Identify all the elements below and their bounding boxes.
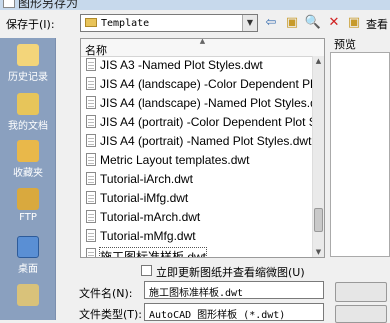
new-folder-icon[interactable]: ▣ — [345, 14, 363, 32]
save-in-value: Template — [101, 18, 150, 29]
sort-ascending-icon: ▲ — [199, 38, 206, 45]
file-row[interactable]: Metric Layout templates.dwt — [81, 151, 313, 170]
file-name: JIS A4 (landscape) -Color Dependent Plot… — [100, 77, 325, 91]
file-name: Tutorial-iMfg.dwt — [100, 191, 189, 205]
file-row[interactable]: Tutorial-mArch.dwt — [81, 208, 313, 227]
file-row[interactable]: Tutorial-iArch.dwt — [81, 170, 313, 189]
template-file-icon — [86, 172, 96, 185]
template-file-icon — [86, 58, 96, 71]
place-buzzsaw[interactable] — [0, 284, 56, 306]
column-header-name[interactable]: ▲ 名称 — [81, 39, 324, 57]
history-icon — [17, 44, 39, 66]
vertical-scrollbar[interactable]: ▲ ▼ — [312, 56, 324, 257]
file-list[interactable]: ▲ 名称 JIS A3 -Named Plot Styles.dwt JIS A… — [80, 38, 325, 258]
place-favorites[interactable]: 收藏夹 — [0, 140, 56, 179]
place-label: 收藏夹 — [13, 168, 43, 179]
place-desktop[interactable]: 桌面 — [0, 236, 56, 275]
scroll-down-icon[interactable]: ▼ — [313, 248, 324, 256]
file-name: JIS A4 (portrait) -Named Plot Styles.dwt — [100, 134, 312, 148]
file-row-selected[interactable]: 施工图标准样板.dwt — [81, 246, 313, 257]
scrollbar-thumb[interactable] — [314, 208, 323, 232]
title-bar: 图形另存为 — [0, 0, 390, 10]
file-name: Tutorial-mMfg.dwt — [100, 229, 196, 243]
ftp-icon — [17, 188, 39, 210]
buzzsaw-icon — [17, 284, 39, 306]
search-icon[interactable]: 🔍 — [304, 14, 322, 32]
file-name: Tutorial-iArch.dwt — [100, 172, 193, 186]
place-label: FTP — [19, 212, 37, 223]
file-name-label: 文件名(N): — [79, 287, 133, 300]
place-label: 桌面 — [18, 264, 38, 275]
file-name: 施工图标准样板.dwt — [98, 247, 208, 257]
file-name: Tutorial-mArch.dwt — [100, 210, 201, 224]
template-file-icon — [86, 191, 96, 204]
file-name: JIS A4 (landscape) -Named Plot Styles.dw… — [100, 96, 325, 110]
place-label: 我的文档 — [8, 121, 48, 132]
back-icon[interactable]: ⇦ — [262, 14, 280, 32]
save-in-label: 保存于(I): — [6, 18, 55, 31]
up-folder-icon[interactable]: ▣ — [283, 14, 301, 32]
file-row[interactable]: JIS A4 (landscape) -Named Plot Styles.dw… — [81, 94, 324, 113]
template-file-icon — [86, 153, 96, 166]
place-history[interactable]: 历史记录 — [0, 44, 56, 83]
file-row[interactable]: JIS A4 (portrait) -Color Dependent Plot … — [81, 113, 324, 132]
template-file-icon — [86, 210, 96, 223]
preview-pane — [330, 52, 390, 257]
save-button[interactable] — [335, 282, 387, 302]
desktop-icon — [17, 236, 39, 258]
favorites-icon — [17, 140, 39, 162]
file-type-value: AutoCAD 图形样板 (*.dwt) — [149, 310, 286, 321]
file-row[interactable]: JIS A4 (landscape) -Color Dependent Plot… — [81, 75, 324, 94]
file-name: JIS A3 -Named Plot Styles.dwt — [100, 58, 263, 72]
template-file-icon — [86, 229, 96, 242]
place-my-documents[interactable]: 我的文档 — [0, 93, 56, 132]
file-row[interactable]: JIS A3 -Named Plot Styles.dwt — [81, 56, 313, 75]
template-file-icon — [86, 96, 96, 109]
chevron-down-icon[interactable]: ▼ — [242, 15, 257, 31]
places-bar: 历史记录 我的文档 收藏夹 FTP 桌面 — [0, 38, 56, 320]
template-file-icon — [86, 77, 96, 90]
template-file-icon — [86, 134, 96, 147]
file-row[interactable]: Tutorial-iMfg.dwt — [81, 189, 313, 208]
file-name: JIS A4 (portrait) -Color Dependent Plot … — [100, 115, 325, 129]
cancel-button[interactable] — [335, 305, 387, 323]
place-ftp[interactable]: FTP — [0, 188, 56, 223]
file-row[interactable]: Tutorial-mMfg.dwt — [81, 227, 313, 246]
template-file-icon — [86, 115, 96, 128]
file-row[interactable]: JIS A4 (portrait) -Named Plot Styles.dwt — [81, 132, 313, 151]
scroll-up-icon[interactable]: ▲ — [313, 57, 324, 65]
file-name: Metric Layout templates.dwt — [100, 153, 250, 167]
template-file-icon — [86, 248, 96, 257]
file-name-input[interactable]: 施工图标准样板.dwt — [144, 281, 324, 299]
preview-label: 预览 — [334, 38, 356, 51]
update-thumbnail-checkbox[interactable] — [141, 265, 152, 276]
delete-icon[interactable]: ✕ — [325, 14, 343, 32]
app-icon — [3, 0, 15, 8]
place-label: 历史记录 — [8, 72, 48, 83]
save-in-dropdown[interactable]: Template ▼ — [80, 14, 258, 32]
update-thumbnail-label: 立即更新图纸并查看缩微图(U) — [156, 266, 305, 279]
file-type-dropdown[interactable]: AutoCAD 图形样板 (*.dwt) — [144, 303, 324, 321]
documents-icon — [17, 93, 39, 115]
folder-icon — [85, 18, 97, 27]
window-title: 图形另存为 — [18, 0, 79, 10]
file-name-value: 施工图标准样板.dwt — [149, 288, 244, 299]
views-menu[interactable]: 查看 — [366, 16, 388, 32]
